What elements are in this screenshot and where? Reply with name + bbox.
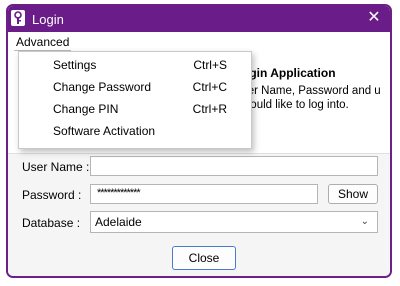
menu-item-label: Settings [53, 58, 97, 72]
menu-item-label: Change Password [53, 80, 152, 94]
password-mask: ************* [97, 187, 141, 199]
menu-item-label: Software Activation [53, 124, 156, 138]
menu-item-change-pin[interactable]: Change PIN Ctrl+R [19, 98, 251, 120]
close-icon[interactable]: ✕ [364, 8, 384, 28]
title-bar: Login ✕ [8, 6, 390, 32]
menu-item-shortcut: Ctrl+S [193, 58, 227, 72]
advanced-menu-dropdown: Settings Ctrl+S Change Password Ctrl+C C… [18, 51, 252, 149]
login-window: Login ✕ Advanced ogin Application ser Na… [6, 4, 392, 278]
close-button[interactable]: Close [172, 246, 236, 270]
password-label: Password : [22, 188, 82, 202]
menu-item-change-password[interactable]: Change Password Ctrl+C [19, 76, 251, 98]
menu-bar: Advanced [8, 32, 390, 52]
database-value: Adelaide [95, 215, 142, 229]
chevron-down-icon: ⌄ [360, 216, 369, 227]
menu-item-shortcut: Ctrl+C [192, 80, 227, 94]
database-label: Database : [22, 216, 81, 230]
username-label: User Name : [22, 160, 90, 174]
banner-description: ser Name, Password and u would like to l… [242, 85, 381, 111]
menu-advanced[interactable]: Advanced [14, 34, 72, 51]
menu-item-label: Change PIN [53, 102, 119, 116]
menu-item-shortcut: Ctrl+R [192, 102, 227, 116]
window-title: Login [32, 12, 64, 27]
banner-title: ogin Application [242, 66, 336, 80]
username-input[interactable] [90, 156, 378, 176]
app-lock-icon [11, 10, 25, 26]
menu-item-settings[interactable]: Settings Ctrl+S [19, 54, 251, 76]
database-select[interactable]: Adelaide ⌄ [90, 211, 378, 233]
password-input[interactable]: ************* [90, 184, 318, 204]
menu-item-software-activation[interactable]: Software Activation [19, 120, 251, 142]
show-password-button[interactable]: Show [328, 184, 378, 204]
